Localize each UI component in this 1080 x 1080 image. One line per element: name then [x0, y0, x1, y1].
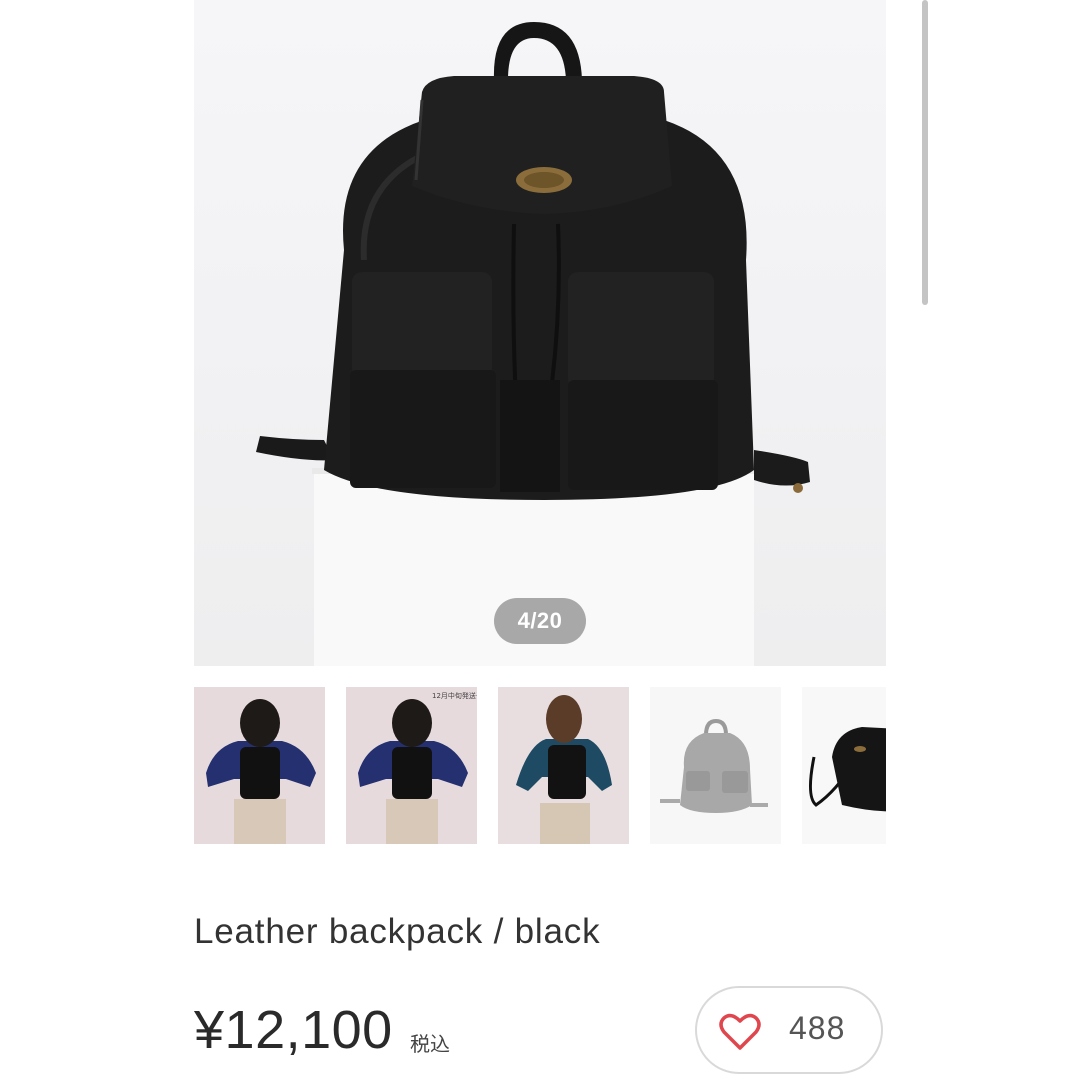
heart-icon [719, 1013, 761, 1050]
product-title: Leather backpack / black [194, 912, 601, 951]
like-button[interactable]: 488 [695, 986, 883, 1074]
thumbnail-model-back-note[interactable]: 12月中旬発送予定 [346, 687, 477, 844]
backpack-illustration [256, 22, 810, 666]
tax-included-label: 税込 [410, 1034, 450, 1056]
thumbnail-backpack-angle[interactable] [802, 687, 886, 844]
image-counter-badge: 4/20 [494, 598, 586, 644]
product-price: ¥12,100 [194, 1000, 393, 1060]
thumbnail-model-side[interactable] [498, 687, 629, 844]
thumbnail-model-back[interactable] [194, 687, 325, 844]
thumbnail-note: 12月中旬発送予定 [432, 691, 477, 700]
like-count: 488 [789, 1010, 846, 1046]
thumbnail-backpack-faded[interactable] [650, 687, 781, 844]
main-product-image[interactable] [194, 0, 886, 666]
scrollbar-thumb[interactable] [922, 0, 928, 305]
thumbnail-strip[interactable]: 12月中旬発送予定 [194, 680, 886, 850]
